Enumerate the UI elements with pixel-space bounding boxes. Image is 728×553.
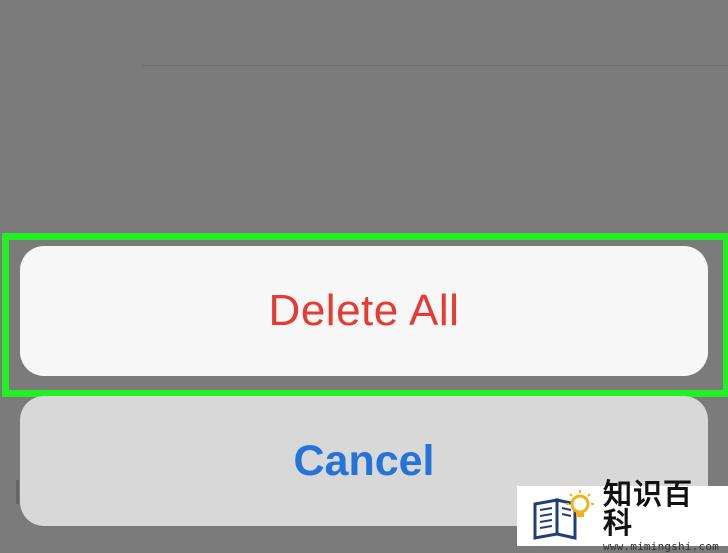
background-edge-mark xyxy=(16,480,19,504)
book-lightbulb-icon xyxy=(533,490,594,540)
delete-all-button[interactable]: Delete All xyxy=(20,246,708,376)
background-divider-line xyxy=(142,65,728,66)
watermark: 知识百科 www.mimingshi.com xyxy=(517,480,728,552)
watermark-url: www.mimingshi.com xyxy=(603,540,719,553)
watermark-title: 知识百科 xyxy=(603,477,694,540)
